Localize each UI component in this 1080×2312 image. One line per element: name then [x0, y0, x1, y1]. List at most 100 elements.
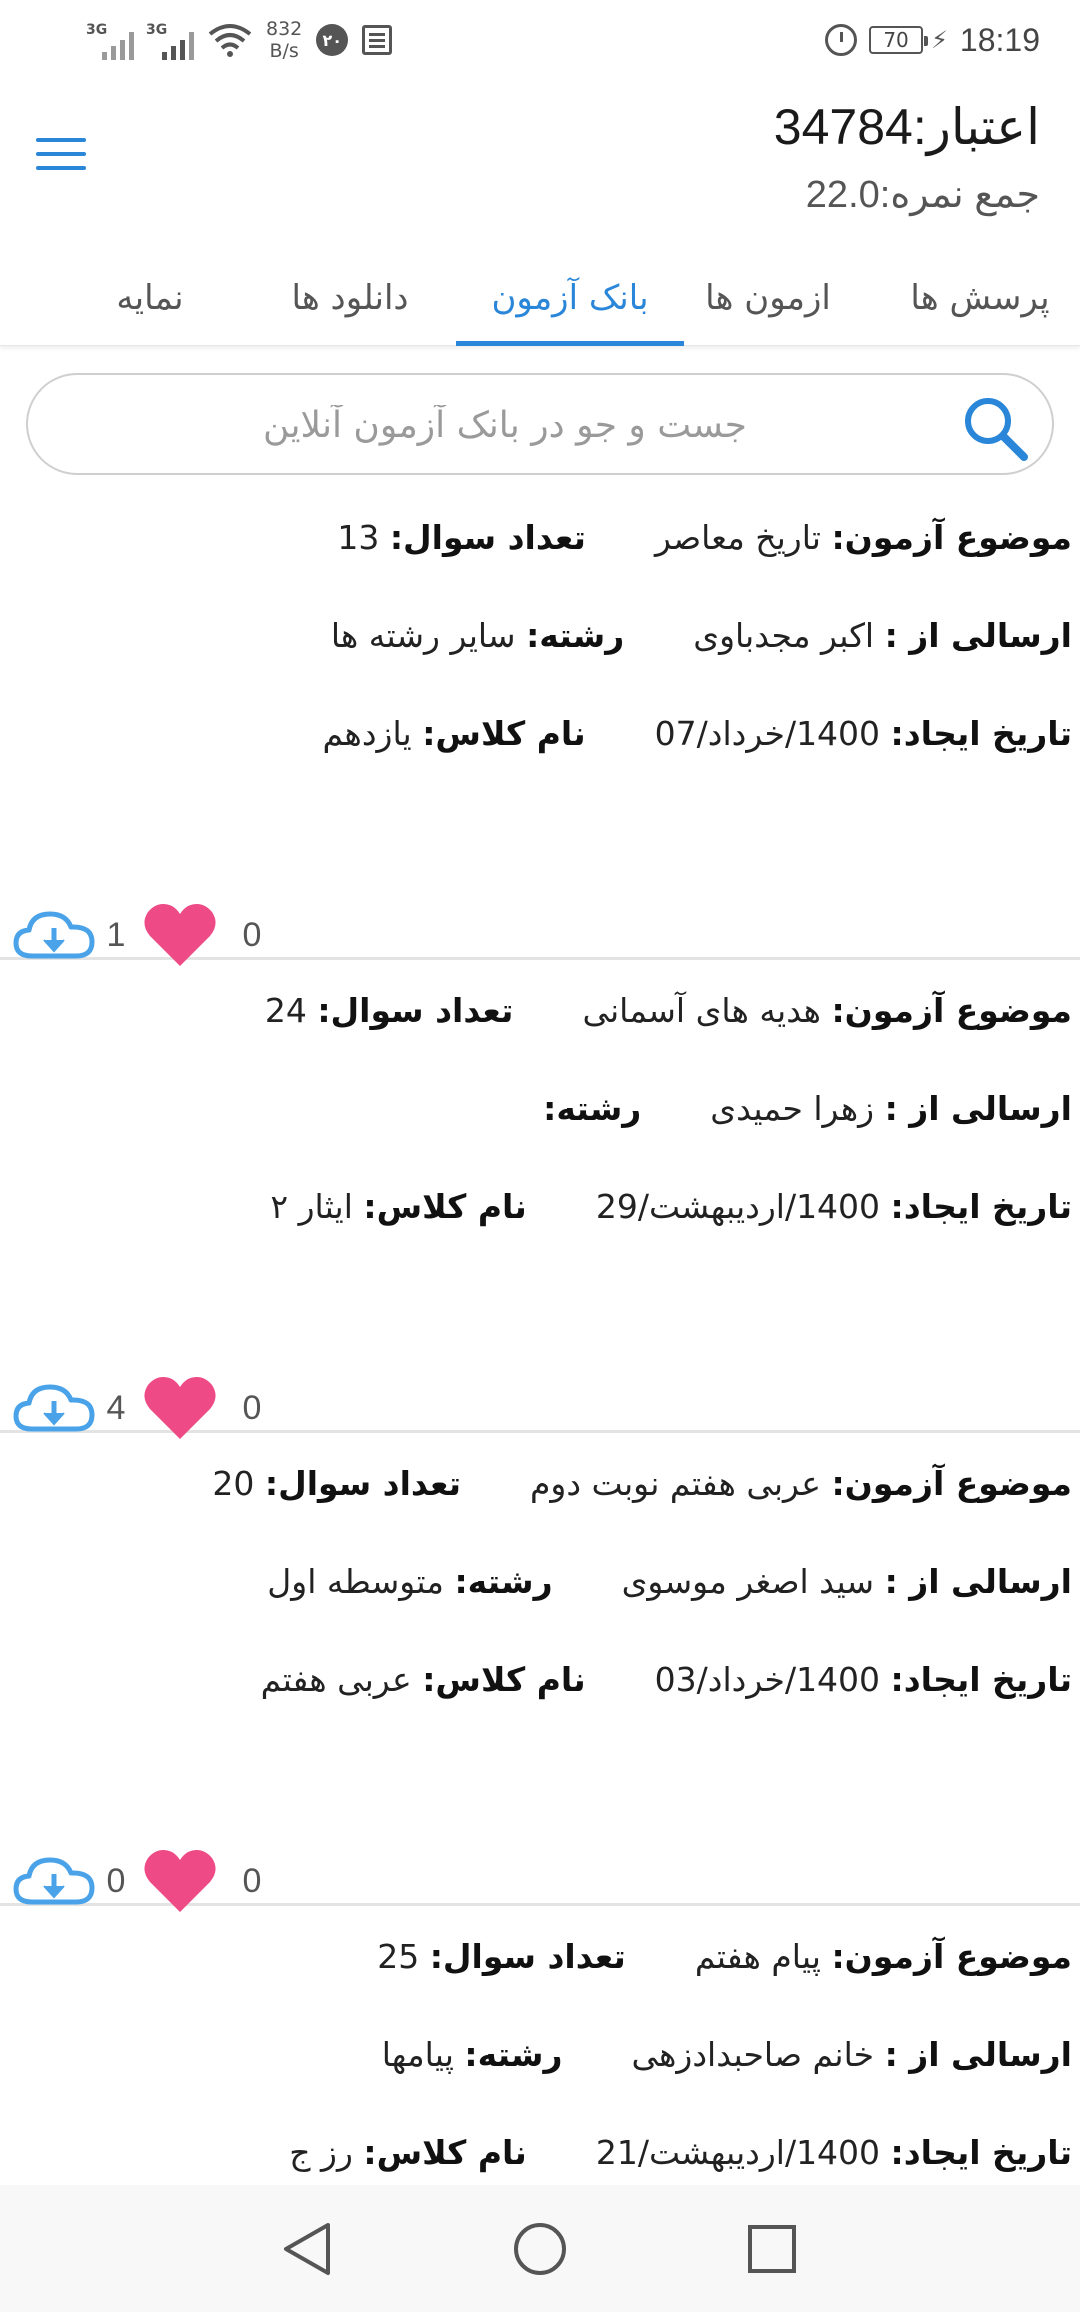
- credit-label: اعتبار:34784: [773, 99, 1040, 155]
- tab-downloads[interactable]: دانلود ها: [260, 250, 440, 346]
- network-type-1: 3G: [86, 22, 108, 38]
- field-label: رشته:: [454, 1562, 553, 1601]
- hamburger-menu-icon[interactable]: [36, 134, 86, 174]
- sender-label: ارسالی از :: [884, 616, 1072, 655]
- subject-value: پیام هفتم: [694, 1937, 821, 1976]
- tab-label: بانک آزمون: [491, 278, 649, 318]
- question-count-label: تعداد سوال:: [389, 518, 586, 557]
- exam-row-created: تاریخ ایجاد: 1400/اردیبهشت/21 نام کلاس: …: [289, 2133, 1072, 2172]
- like-count: 0: [242, 1861, 262, 1900]
- question-count-value: 24: [264, 991, 307, 1030]
- charging-icon: ⚡: [931, 26, 948, 54]
- status-left: 3G 3G 832 B/s ۲۰: [86, 14, 393, 66]
- class-name-label: نام کلاس:: [363, 2133, 527, 2172]
- exam-row-subject: موضوع آزمون: عربی هفتم نوبت دوم تعداد سو…: [212, 1464, 1072, 1503]
- question-count-label: تعداد سوال:: [317, 991, 514, 1030]
- field-label: رشته:: [526, 616, 625, 655]
- alarm-icon: [825, 24, 858, 56]
- subject-label: موضوع آزمون:: [831, 991, 1072, 1030]
- status-right: 70 ⚡ 18:19: [825, 14, 1040, 66]
- class-name-label: نام کلاس:: [363, 1187, 527, 1226]
- sender-value: زهرا حمیدی: [710, 1089, 875, 1128]
- subject-label: موضوع آزمون:: [831, 518, 1072, 557]
- exam-row-created: تاریخ ایجاد: 1400/خرداد/07 نام کلاس: یاز…: [322, 714, 1072, 753]
- tab-questions[interactable]: پرسش ها: [880, 250, 1080, 346]
- sender-value: اکبر مجدباوی: [693, 616, 875, 655]
- subject-value: هدیه های آسمانی: [582, 991, 821, 1030]
- heart-icon[interactable]: [142, 1373, 218, 1443]
- field-value: سایر رشته ها: [330, 616, 516, 655]
- exam-row-sender: ارسالی از : خانم صاحبدادزهی رشته: پیامها: [382, 2035, 1072, 2074]
- exam-card[interactable]: موضوع آزمون: تاریخ معاصر تعداد سوال: 13 …: [0, 490, 1080, 966]
- created-value: 1400/اردیبهشت/29: [595, 1187, 881, 1226]
- class-name-value: ایثار ۲: [270, 1187, 353, 1226]
- tab-exam-bank[interactable]: بانک آزمون: [456, 250, 684, 346]
- exam-row-created: تاریخ ایجاد: 1400/اردیبهشت/29 نام کلاس: …: [270, 1187, 1072, 1226]
- exam-card[interactable]: موضوع آزمون: هدیه های آسمانی تعداد سوال:…: [0, 963, 1080, 1439]
- network-type-2: 3G: [146, 22, 168, 38]
- network-speed: 832 B/s: [266, 18, 302, 62]
- sender-label: ارسالی از :: [884, 1562, 1072, 1601]
- sender-label: ارسالی از :: [884, 2035, 1072, 2074]
- total-score-label: جمع نمره:22.0: [805, 174, 1040, 216]
- cloud-download-icon[interactable]: [12, 906, 96, 964]
- question-count-value: 13: [337, 518, 380, 557]
- subject-label: موضوع آزمون:: [831, 1937, 1072, 1976]
- exam-card[interactable]: موضوع آزمون: عربی هفتم نوبت دوم تعداد سو…: [0, 1436, 1080, 1912]
- network-speed-value: 832: [266, 18, 303, 40]
- signal-2-icon: 3G: [146, 20, 194, 60]
- status-bar: 3G 3G 832 B/s ۲۰ 70 ⚡ 18:19: [0, 0, 1080, 80]
- cloud-download-icon[interactable]: [12, 1852, 96, 1910]
- created-label: تاریخ ایجاد:: [890, 2133, 1072, 2172]
- search-input[interactable]: [68, 395, 942, 455]
- tab-bar: پرسش ها ازمون ها بانک آزمون دانلود ها نم…: [0, 250, 1080, 346]
- battery-level: 70: [883, 28, 909, 52]
- signal-1-icon: 3G: [86, 20, 134, 60]
- class-name-label: نام کلاس:: [422, 714, 586, 753]
- field-label: رشته:: [543, 1089, 642, 1128]
- exam-actions: 4 0: [12, 1373, 272, 1443]
- created-label: تاریخ ایجاد:: [890, 1660, 1072, 1699]
- exam-actions: 0 0: [12, 1846, 272, 1916]
- home-icon[interactable]: [508, 2217, 572, 2281]
- field-value: پیامها: [381, 2035, 454, 2074]
- network-speed-unit: B/s: [269, 40, 299, 62]
- exam-row-subject: موضوع آزمون: پیام هفتم تعداد سوال: 25: [377, 1937, 1072, 1976]
- download-count: 1: [106, 915, 126, 954]
- system-nav-bar: [0, 2185, 1080, 2312]
- tab-label: دانلود ها: [291, 278, 409, 318]
- tab-profile[interactable]: نمایه: [80, 250, 220, 346]
- field-value: متوسطه اول: [267, 1562, 444, 1601]
- field-label: رشته:: [464, 2035, 563, 2074]
- back-icon[interactable]: [276, 2217, 340, 2281]
- news-icon: [362, 25, 393, 55]
- search-icon[interactable]: [960, 393, 1030, 463]
- like-count: 0: [242, 915, 262, 954]
- notification-badge: ۲۰: [316, 24, 349, 56]
- subject-label: موضوع آزمون:: [831, 1464, 1072, 1503]
- cloud-download-icon[interactable]: [12, 1379, 96, 1437]
- class-name-value: عربی هفتم: [260, 1660, 412, 1699]
- exam-row-subject: موضوع آزمون: تاریخ معاصر تعداد سوال: 13: [337, 518, 1072, 557]
- download-count: 4: [106, 1388, 126, 1427]
- created-value: 1400/خرداد/03: [654, 1660, 881, 1699]
- subject-value: تاریخ معاصر: [654, 518, 821, 557]
- created-value: 1400/خرداد/07: [654, 714, 881, 753]
- recents-icon[interactable]: [740, 2217, 804, 2281]
- heart-icon[interactable]: [142, 900, 218, 970]
- sender-label: ارسالی از :: [884, 1089, 1072, 1128]
- app-header: اعتبار:34784 جمع نمره:22.0: [0, 80, 1080, 250]
- heart-icon[interactable]: [142, 1846, 218, 1916]
- tab-label: پرسش ها: [910, 278, 1050, 318]
- created-label: تاریخ ایجاد:: [890, 1187, 1072, 1226]
- search-bar: [26, 373, 1054, 475]
- class-name-value: یازدهم: [322, 714, 412, 753]
- tab-exams[interactable]: ازمون ها: [656, 250, 880, 346]
- tab-label: ازمون ها: [705, 278, 831, 318]
- sender-value: خانم صاحبدادزهی: [631, 2035, 875, 2074]
- question-count-value: 25: [377, 1937, 420, 1976]
- exam-actions: 1 0: [12, 900, 272, 970]
- wifi-icon: [208, 24, 252, 57]
- exam-row-subject: موضوع آزمون: هدیه های آسمانی تعداد سوال:…: [265, 991, 1072, 1030]
- exam-row-sender: ارسالی از : زهرا حمیدی رشته:: [543, 1089, 1072, 1128]
